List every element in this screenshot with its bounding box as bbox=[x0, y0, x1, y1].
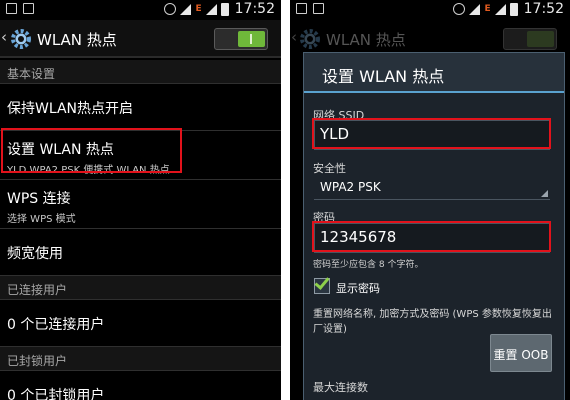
show-password-label: 显示密码 bbox=[336, 282, 380, 295]
checkmark-icon bbox=[314, 274, 330, 290]
list-item-bandwidth[interactable]: 频宽使用 bbox=[0, 229, 281, 276]
settings-gear-icon bbox=[11, 29, 31, 49]
security-select[interactable]: WPA2 PSK bbox=[314, 174, 550, 200]
highlight-frame-password bbox=[312, 221, 551, 252]
wifi-signal-icon bbox=[180, 3, 192, 15]
left-screen: E 17:52 ‹ WLAN 热点 基本设置 保持WLAN热点开启 设置 WLA… bbox=[0, 0, 281, 400]
background-page-title: WLAN 热点 bbox=[326, 31, 406, 49]
security-value: WPA2 PSK bbox=[320, 180, 381, 194]
connected-users-count: 0 个已连接用户 bbox=[7, 317, 105, 333]
highlight-frame-setup bbox=[1, 128, 182, 173]
clock: 17:52 bbox=[234, 1, 275, 17]
dialog-title: 设置 WLAN 热点 bbox=[304, 53, 564, 93]
keep-on-label: 保持WLAN热点开启 bbox=[7, 101, 134, 117]
network-type-label: E bbox=[484, 4, 491, 14]
network-type-label: E bbox=[195, 4, 202, 14]
list-item-wps[interactable]: WPS 连接 选择 WPS 模式 bbox=[0, 180, 281, 229]
alarm-icon bbox=[164, 3, 177, 15]
reset-description: 重置网络名称, 加密方式及密码 (WPS 参数恢复恢复出厂设置) bbox=[313, 309, 552, 335]
status-bar: E 17:52 bbox=[0, 0, 281, 20]
alarm-icon bbox=[453, 3, 466, 15]
notification-icon bbox=[6, 3, 17, 14]
dropdown-arrow-icon bbox=[541, 190, 548, 197]
list-item-keep-on[interactable]: 保持WLAN热点开启 bbox=[0, 84, 281, 131]
battery-icon bbox=[220, 2, 229, 16]
list-item-blocked-users[interactable]: 0 个已封锁用户 bbox=[0, 371, 281, 400]
show-password-checkbox[interactable] bbox=[314, 274, 330, 294]
cell-signal-icon bbox=[494, 3, 506, 15]
blocked-users-count: 0 个已封锁用户 bbox=[7, 388, 105, 400]
wps-subtitle: 选择 WPS 模式 bbox=[7, 214, 76, 225]
settings-gear-icon bbox=[300, 29, 320, 49]
hotspot-toggle[interactable] bbox=[214, 28, 268, 50]
background-hotspot-toggle bbox=[503, 28, 557, 50]
action-bar: ‹ WLAN 热点 bbox=[0, 20, 281, 58]
back-chevron-icon[interactable]: ‹ bbox=[1, 28, 7, 46]
list-item-connected-users[interactable]: 0 个已连接用户 bbox=[0, 300, 281, 347]
clock: 17:52 bbox=[523, 1, 564, 17]
reset-oob-button[interactable]: 重置 OOB bbox=[490, 334, 552, 372]
max-connections-label: 最大连接数 bbox=[313, 381, 368, 394]
image-notification-icon bbox=[23, 3, 34, 14]
section-header-blocked: 已封锁用户 bbox=[0, 347, 281, 371]
section-header-connected: 已连接用户 bbox=[0, 276, 281, 300]
notification-icon bbox=[296, 3, 307, 14]
cell-signal-icon bbox=[205, 3, 217, 15]
wifi-signal-icon bbox=[469, 3, 481, 15]
back-chevron-icon: ‹ bbox=[291, 28, 297, 46]
highlight-frame-ssid bbox=[312, 118, 551, 149]
password-hint: 密码至少应包含 8 个字符。 bbox=[313, 260, 424, 270]
wps-title: WPS 连接 bbox=[7, 191, 71, 207]
right-screen: E 17:52 ‹ WLAN 热点 设置 WLAN 热点 网络 SSID YLD… bbox=[290, 0, 570, 400]
status-bar: E 17:52 bbox=[290, 0, 570, 20]
settings-list: 基本设置 保持WLAN热点开启 设置 WLAN 热点 YLD WPA2 PSK … bbox=[0, 60, 281, 400]
bandwidth-label: 频宽使用 bbox=[7, 246, 63, 262]
toggle-knob bbox=[238, 31, 265, 47]
section-header-basic: 基本设置 bbox=[0, 60, 281, 84]
page-title: WLAN 热点 bbox=[37, 31, 117, 49]
battery-icon bbox=[509, 2, 518, 16]
image-notification-icon bbox=[313, 3, 324, 14]
